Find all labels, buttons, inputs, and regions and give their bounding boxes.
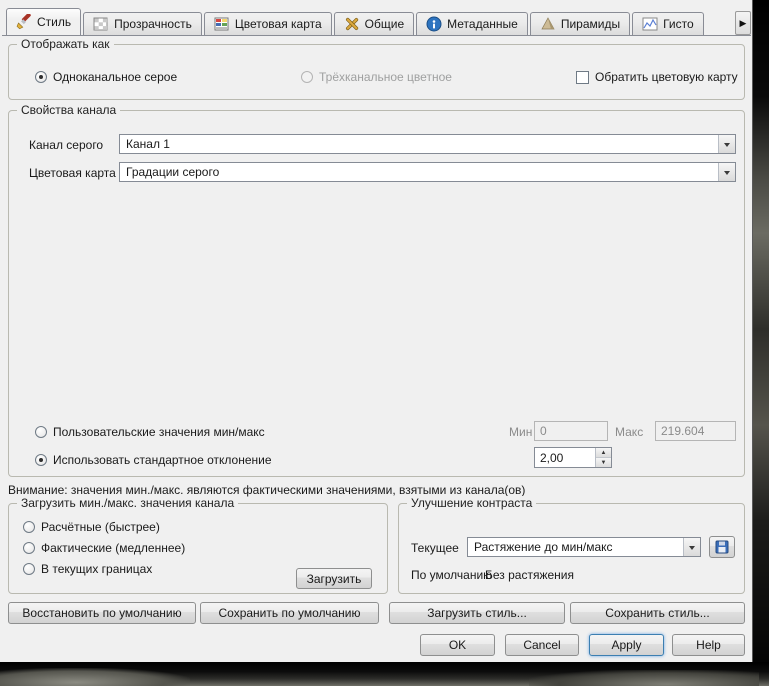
tab-metadata-label: Метаданные bbox=[447, 17, 518, 31]
stddev-spinbox[interactable]: 2,00 ▲ ▼ bbox=[534, 447, 612, 468]
max-label: Макс bbox=[615, 425, 643, 439]
radio-unchecked-icon bbox=[35, 426, 47, 438]
chevron-down-icon[interactable] bbox=[718, 135, 735, 153]
spin-down-icon[interactable]: ▼ bbox=[596, 458, 611, 467]
desktop-background-bottom bbox=[0, 662, 769, 686]
radio-three-band-color-label: Трёхканальное цветное bbox=[319, 70, 452, 84]
tab-transparency[interactable]: Прозрачность bbox=[83, 12, 202, 35]
save-style-button[interactable]: Сохранить стиль... bbox=[570, 602, 745, 624]
radio-estimate-label: Расчётные (быстрее) bbox=[41, 520, 160, 534]
tab-histogram[interactable]: Гисто bbox=[632, 12, 704, 35]
load-minmax-group: Загрузить мин./макс. значения канала Рас… bbox=[8, 503, 388, 594]
restore-default-style-button[interactable]: Восстановить по умолчанию bbox=[8, 602, 196, 624]
invert-colormap-checkbox[interactable]: Обратить цветовую карту bbox=[576, 69, 738, 85]
tab-general-label: Общие bbox=[365, 17, 404, 31]
tab-style[interactable]: Стиль bbox=[6, 8, 81, 35]
stddev-spinbox-value: 2,00 bbox=[535, 448, 595, 467]
radio-checked-icon bbox=[35, 71, 47, 83]
load-minmax-group-title: Загрузить мин./макс. значения канала bbox=[17, 496, 238, 510]
info-icon bbox=[426, 16, 442, 32]
histogram-icon bbox=[642, 16, 658, 32]
help-button[interactable]: Help bbox=[672, 634, 745, 656]
radio-actual-label: Фактические (медленнее) bbox=[41, 541, 185, 555]
chevron-down-icon[interactable] bbox=[718, 163, 735, 181]
desktop-background-right bbox=[753, 0, 769, 686]
apply-button[interactable]: Apply bbox=[589, 634, 664, 656]
radio-unchecked-icon bbox=[23, 563, 35, 575]
pyramid-icon bbox=[540, 16, 556, 32]
radio-unchecked-icon bbox=[23, 521, 35, 533]
load-style-button[interactable]: Загрузить стиль... bbox=[389, 602, 565, 624]
tab-bar: Стиль Прозрачность bbox=[6, 8, 735, 35]
colormap-combobox-value: Градации серого bbox=[120, 165, 718, 179]
contrast-default-label: По умолчанию bbox=[411, 568, 492, 582]
radio-three-band-color: Трёхканальное цветное bbox=[301, 69, 452, 85]
contrast-group-title: Улучшение контраста bbox=[407, 496, 536, 510]
tab-histogram-label: Гисто bbox=[663, 17, 694, 31]
load-button[interactable]: Загрузить bbox=[296, 568, 372, 589]
render-as-group-title: Отображать как bbox=[17, 37, 114, 51]
minmax-warning-text: Внимание: значения мин./макс. являются ф… bbox=[8, 483, 525, 497]
floppy-disk-icon bbox=[715, 540, 729, 554]
ok-button[interactable]: OK bbox=[420, 634, 495, 656]
tab-colormap-label: Цветовая карта bbox=[235, 17, 322, 31]
radio-estimate[interactable]: Расчётные (быстрее) bbox=[23, 519, 160, 535]
radio-checked-icon bbox=[35, 454, 47, 466]
gray-band-combobox-value: Канал 1 bbox=[120, 137, 718, 151]
gray-band-combobox[interactable]: Канал 1 bbox=[119, 134, 736, 154]
gray-band-label: Канал серого bbox=[29, 138, 103, 152]
radio-current-extent-label: В текущих границах bbox=[41, 562, 152, 576]
contrast-current-combobox[interactable]: Растяжение до мин/макс bbox=[467, 537, 701, 557]
radio-disabled-icon bbox=[301, 71, 313, 83]
band-properties-group-title: Свойства канала bbox=[17, 103, 120, 117]
render-as-group: Отображать как Одноканальное серое Трёхк… bbox=[8, 44, 745, 100]
spin-up-icon[interactable]: ▲ bbox=[596, 448, 611, 458]
contrast-enhancement-group: Улучшение контраста Текущее Растяжение д… bbox=[398, 503, 745, 594]
min-label: Мин bbox=[509, 425, 532, 439]
radio-current-extent[interactable]: В текущих границах bbox=[23, 561, 152, 577]
transparency-checker-icon bbox=[93, 16, 109, 32]
spinner-buttons: ▲ ▼ bbox=[595, 448, 611, 467]
tab-pane-border bbox=[2, 35, 751, 36]
min-input: 0 bbox=[534, 421, 608, 441]
radio-unchecked-icon bbox=[23, 542, 35, 554]
max-input: 219.604 bbox=[655, 421, 736, 441]
tab-pyramids[interactable]: Пирамиды bbox=[530, 12, 630, 35]
invert-colormap-label: Обратить цветовую карту bbox=[595, 70, 738, 84]
radio-custom-minmax[interactable]: Пользовательские значения мин/макс bbox=[35, 424, 265, 440]
contrast-default-value: Без растяжения bbox=[485, 568, 574, 582]
paintbrush-icon bbox=[16, 14, 32, 30]
chevron-down-icon[interactable] bbox=[683, 538, 700, 556]
radio-use-stddev[interactable]: Использовать стандартное отклонение bbox=[35, 452, 272, 468]
save-contrast-default-button[interactable] bbox=[709, 536, 735, 558]
save-default-style-button[interactable]: Сохранить по умолчанию bbox=[200, 602, 379, 624]
tab-general[interactable]: Общие bbox=[334, 12, 414, 35]
contrast-combobox-value: Растяжение до мин/макс bbox=[468, 540, 683, 554]
tab-scroll-right-button[interactable]: ▶ bbox=[735, 11, 751, 35]
checkbox-unchecked-icon bbox=[576, 71, 589, 84]
tab-colormap[interactable]: Цветовая карта bbox=[204, 12, 332, 35]
colormap-combobox[interactable]: Градации серого bbox=[119, 162, 736, 182]
radio-actual[interactable]: Фактические (медленнее) bbox=[23, 540, 185, 556]
raster-layer-properties-dialog: Стиль Прозрачность bbox=[0, 0, 753, 662]
tab-pyramids-label: Пирамиды bbox=[561, 17, 620, 31]
crossed-tools-icon bbox=[344, 16, 360, 32]
colormap-label: Цветовая карта bbox=[29, 166, 116, 180]
desktop: Стиль Прозрачность bbox=[0, 0, 769, 686]
colormap-table-icon bbox=[214, 16, 230, 32]
contrast-current-label: Текущее bbox=[411, 541, 459, 555]
band-properties-group: Свойства канала Канал серого Канал 1 Цве… bbox=[8, 110, 745, 477]
radio-single-band-gray[interactable]: Одноканальное серое bbox=[35, 69, 177, 85]
radio-single-band-gray-label: Одноканальное серое bbox=[53, 70, 177, 84]
tab-transparency-label: Прозрачность bbox=[114, 17, 192, 31]
cancel-button[interactable]: Cancel bbox=[505, 634, 579, 656]
tab-metadata[interactable]: Метаданные bbox=[416, 12, 528, 35]
radio-custom-minmax-label: Пользовательские значения мин/макс bbox=[53, 425, 265, 439]
radio-use-stddev-label: Использовать стандартное отклонение bbox=[53, 453, 272, 467]
tab-style-label: Стиль bbox=[37, 15, 71, 29]
